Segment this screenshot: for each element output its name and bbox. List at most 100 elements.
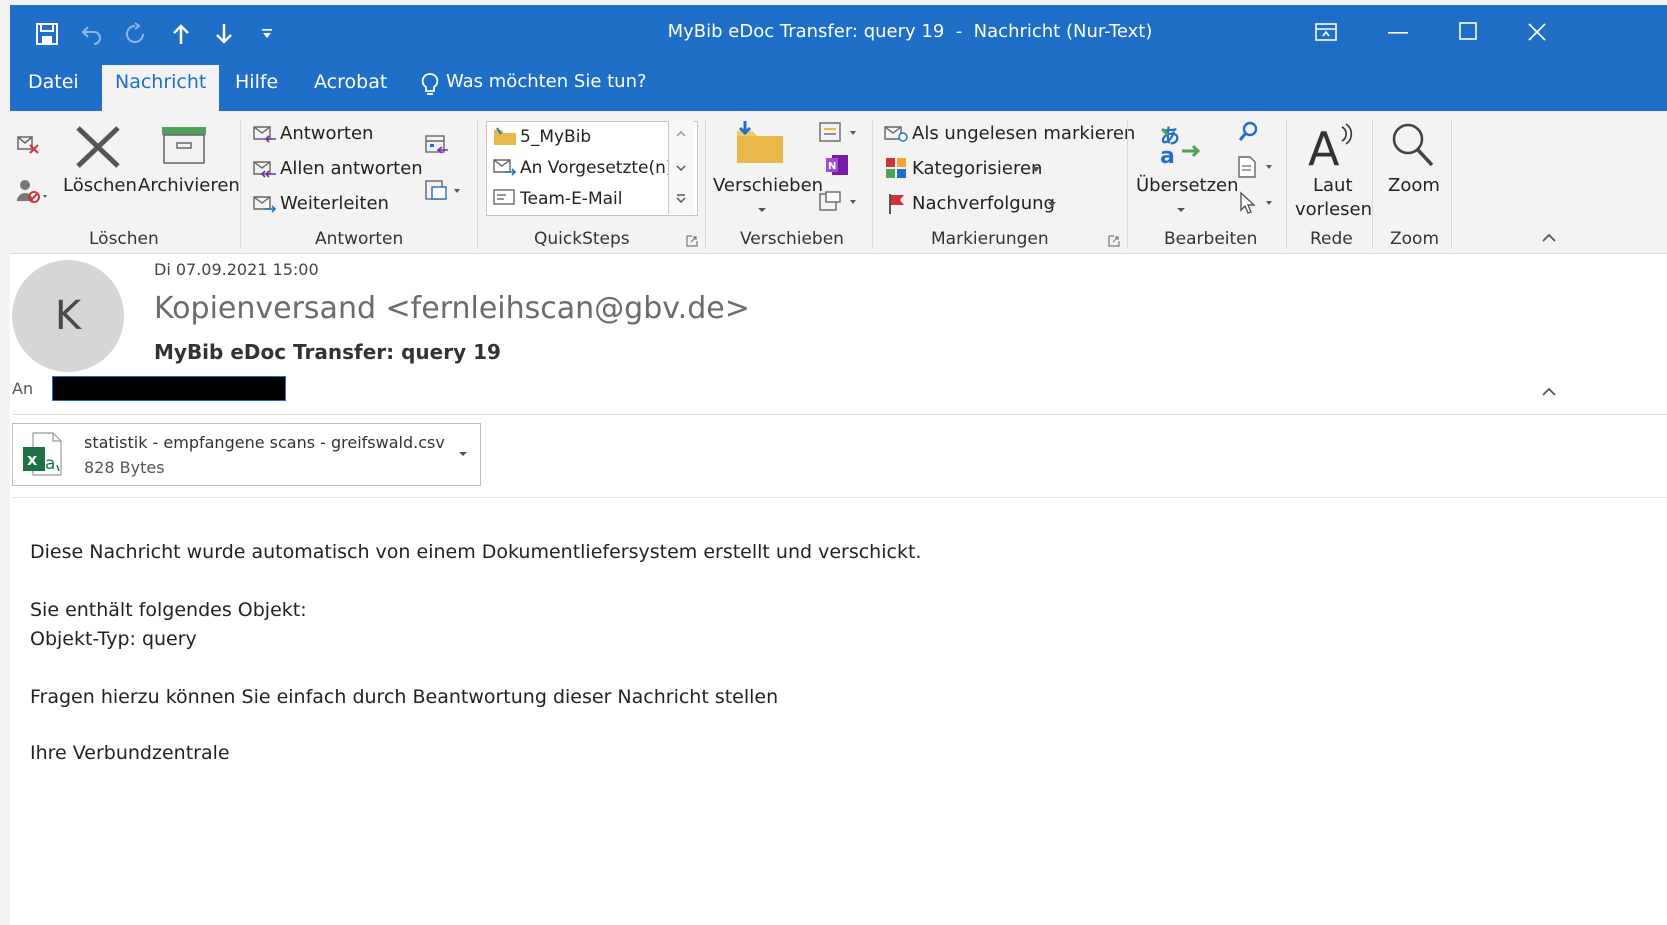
translate-button[interactable]: Übersetzen <box>1136 175 1239 196</box>
select-cursor-icon[interactable] <box>1238 191 1278 215</box>
close-icon[interactable] <box>1527 22 1547 42</box>
reply-all-button[interactable]: Allen antworten <box>280 158 423 179</box>
message-subject: MyBib eDoc Transfer: query 19 <box>154 340 501 364</box>
rules-icon[interactable] <box>818 121 860 145</box>
undo-icon[interactable] <box>80 22 104 46</box>
translate-icon[interactable]: あ a <box>1158 121 1202 167</box>
chevron-up-icon[interactable] <box>675 130 687 138</box>
group-label-bearbeiten: Bearbeiten <box>1164 229 1258 249</box>
ignore-icon[interactable] <box>16 131 42 157</box>
dropdown-arrow-icon[interactable] <box>1032 167 1040 172</box>
forward-icon[interactable] <box>252 192 278 214</box>
folder-icon <box>494 127 516 145</box>
categorize-icon[interactable] <box>885 157 907 179</box>
quickstep-item[interactable]: An Vorgesetzte(n) <box>520 158 673 178</box>
customize-toolbar-icon[interactable] <box>260 27 274 41</box>
attachment-menu-icon[interactable] <box>458 451 468 457</box>
tab-nachricht[interactable]: Nachricht <box>115 71 206 93</box>
group-separator <box>1372 119 1373 249</box>
redo-icon[interactable] <box>123 22 147 46</box>
group-label-zoom: Zoom <box>1390 229 1440 249</box>
group-separator <box>477 119 478 249</box>
dropdown-arrow-icon[interactable] <box>757 207 767 213</box>
find-icon[interactable] <box>1237 121 1259 143</box>
attachment-name: statistik - empfangene scans - greifswal… <box>84 433 445 452</box>
excel-file-icon: x a <box>23 432 62 476</box>
chevron-down-icon[interactable] <box>675 164 687 172</box>
mail-forward-icon <box>493 159 517 176</box>
reply-button[interactable]: Antworten <box>280 123 373 144</box>
svg-text:N: N <box>828 161 836 172</box>
delete-button[interactable]: Löschen <box>63 175 137 196</box>
move-button[interactable]: Verschieben <box>713 175 823 196</box>
recipient-redacted <box>52 376 286 401</box>
flag-icon[interactable] <box>887 192 907 216</box>
maximize-icon[interactable] <box>1459 22 1477 40</box>
reply-icon[interactable] <box>252 122 278 144</box>
lightbulb-icon[interactable] <box>420 72 440 98</box>
more-respond-icon[interactable] <box>424 179 464 203</box>
quicksteps-scrollbar[interactable] <box>668 121 694 214</box>
forward-button[interactable]: Weiterleiten <box>280 193 389 214</box>
move-folder-icon[interactable] <box>735 119 787 167</box>
to-label: An <box>12 379 34 398</box>
group-separator <box>240 119 241 249</box>
archive-button[interactable]: Archivieren <box>138 175 240 196</box>
tab-datei[interactable]: Datei <box>28 71 79 93</box>
attachment-card[interactable]: x a statistik - empfangene scans - greif… <box>12 423 481 486</box>
body-line: Sie enthält folgendes Objekt: <box>30 599 307 621</box>
meeting-reply-icon[interactable] <box>424 133 450 155</box>
expand-gallery-icon[interactable] <box>675 193 687 205</box>
read-aloud-icon[interactable]: A <box>1306 121 1356 171</box>
avatar: K <box>12 260 124 372</box>
message-date: Di 07.09.2021 15:00 <box>154 260 319 279</box>
onenote-icon[interactable]: N <box>824 153 850 177</box>
quickstep-item[interactable]: 5_MyBib <box>520 127 591 147</box>
svg-text:a: a <box>1160 144 1175 167</box>
collapse-ribbon-icon[interactable] <box>1541 233 1557 243</box>
followup-button[interactable]: Nachverfolgung <box>912 193 1055 214</box>
quicksteps-gallery: 5_MyBib An Vorgesetzte(n) Team-E-Mail <box>486 121 698 216</box>
group-label-quicksteps: QuickSteps <box>534 229 630 249</box>
mark-unread-button[interactable]: Als ungelesen markieren <box>912 123 1135 144</box>
attachment-size: 828 Bytes <box>84 458 165 477</box>
svg-text:A: A <box>1308 122 1340 171</box>
related-icon[interactable] <box>1236 155 1276 179</box>
zoom-button[interactable]: Zoom <box>1388 175 1440 196</box>
svg-text:x: x <box>27 450 38 469</box>
header-divider <box>12 414 1667 415</box>
arrow-down-icon[interactable] <box>213 22 235 46</box>
menu-bar: Datei Nachricht Hilfe Acrobat Was möchte… <box>10 59 1667 111</box>
title-bar: MyBib eDoc Transfer: query 19 - Nachrich… <box>10 5 1667 59</box>
read-aloud-button-line1[interactable]: Laut <box>1313 175 1353 196</box>
zoom-icon[interactable] <box>1388 121 1436 169</box>
collapse-header-icon[interactable] <box>1541 387 1557 397</box>
quickstep-item[interactable]: Team-E-Mail <box>520 189 622 209</box>
tab-hilfe[interactable]: Hilfe <box>235 71 278 93</box>
mark-unread-icon[interactable] <box>883 122 909 144</box>
group-separator <box>872 119 873 249</box>
reply-all-icon[interactable] <box>252 157 278 179</box>
svg-text:a: a <box>45 454 55 474</box>
save-icon[interactable] <box>35 22 59 46</box>
archive-icon[interactable] <box>160 125 208 165</box>
minimize-icon[interactable] <box>1388 31 1408 35</box>
cleanup-icon[interactable] <box>14 177 50 205</box>
read-aloud-button-line2[interactable]: vorlesen <box>1295 199 1372 220</box>
arrow-up-icon[interactable] <box>170 22 192 46</box>
group-label-verschieben: Verschieben <box>740 229 844 249</box>
window-title: MyBib eDoc Transfer: query 19 - Nachrich… <box>667 21 1153 42</box>
delete-icon[interactable] <box>74 125 122 169</box>
dialog-launcher-icon[interactable] <box>686 235 698 247</box>
body-line: Fragen hierzu können Sie einfach durch B… <box>30 686 779 708</box>
ribbon-display-options-icon[interactable] <box>1315 23 1337 41</box>
sender-address[interactable]: Kopienversand <fernleihscan@gbv.de> <box>154 291 750 326</box>
group-separator <box>1127 119 1128 249</box>
tab-acrobat[interactable]: Acrobat <box>314 71 387 93</box>
dropdown-arrow-icon[interactable] <box>1048 202 1056 207</box>
dialog-launcher-icon[interactable] <box>1108 235 1120 247</box>
tell-me-search[interactable]: Was möchten Sie tun? <box>446 71 647 92</box>
categorize-button[interactable]: Kategorisieren <box>912 158 1042 179</box>
dropdown-arrow-icon[interactable] <box>1176 207 1186 213</box>
actions-icon[interactable] <box>818 190 860 214</box>
